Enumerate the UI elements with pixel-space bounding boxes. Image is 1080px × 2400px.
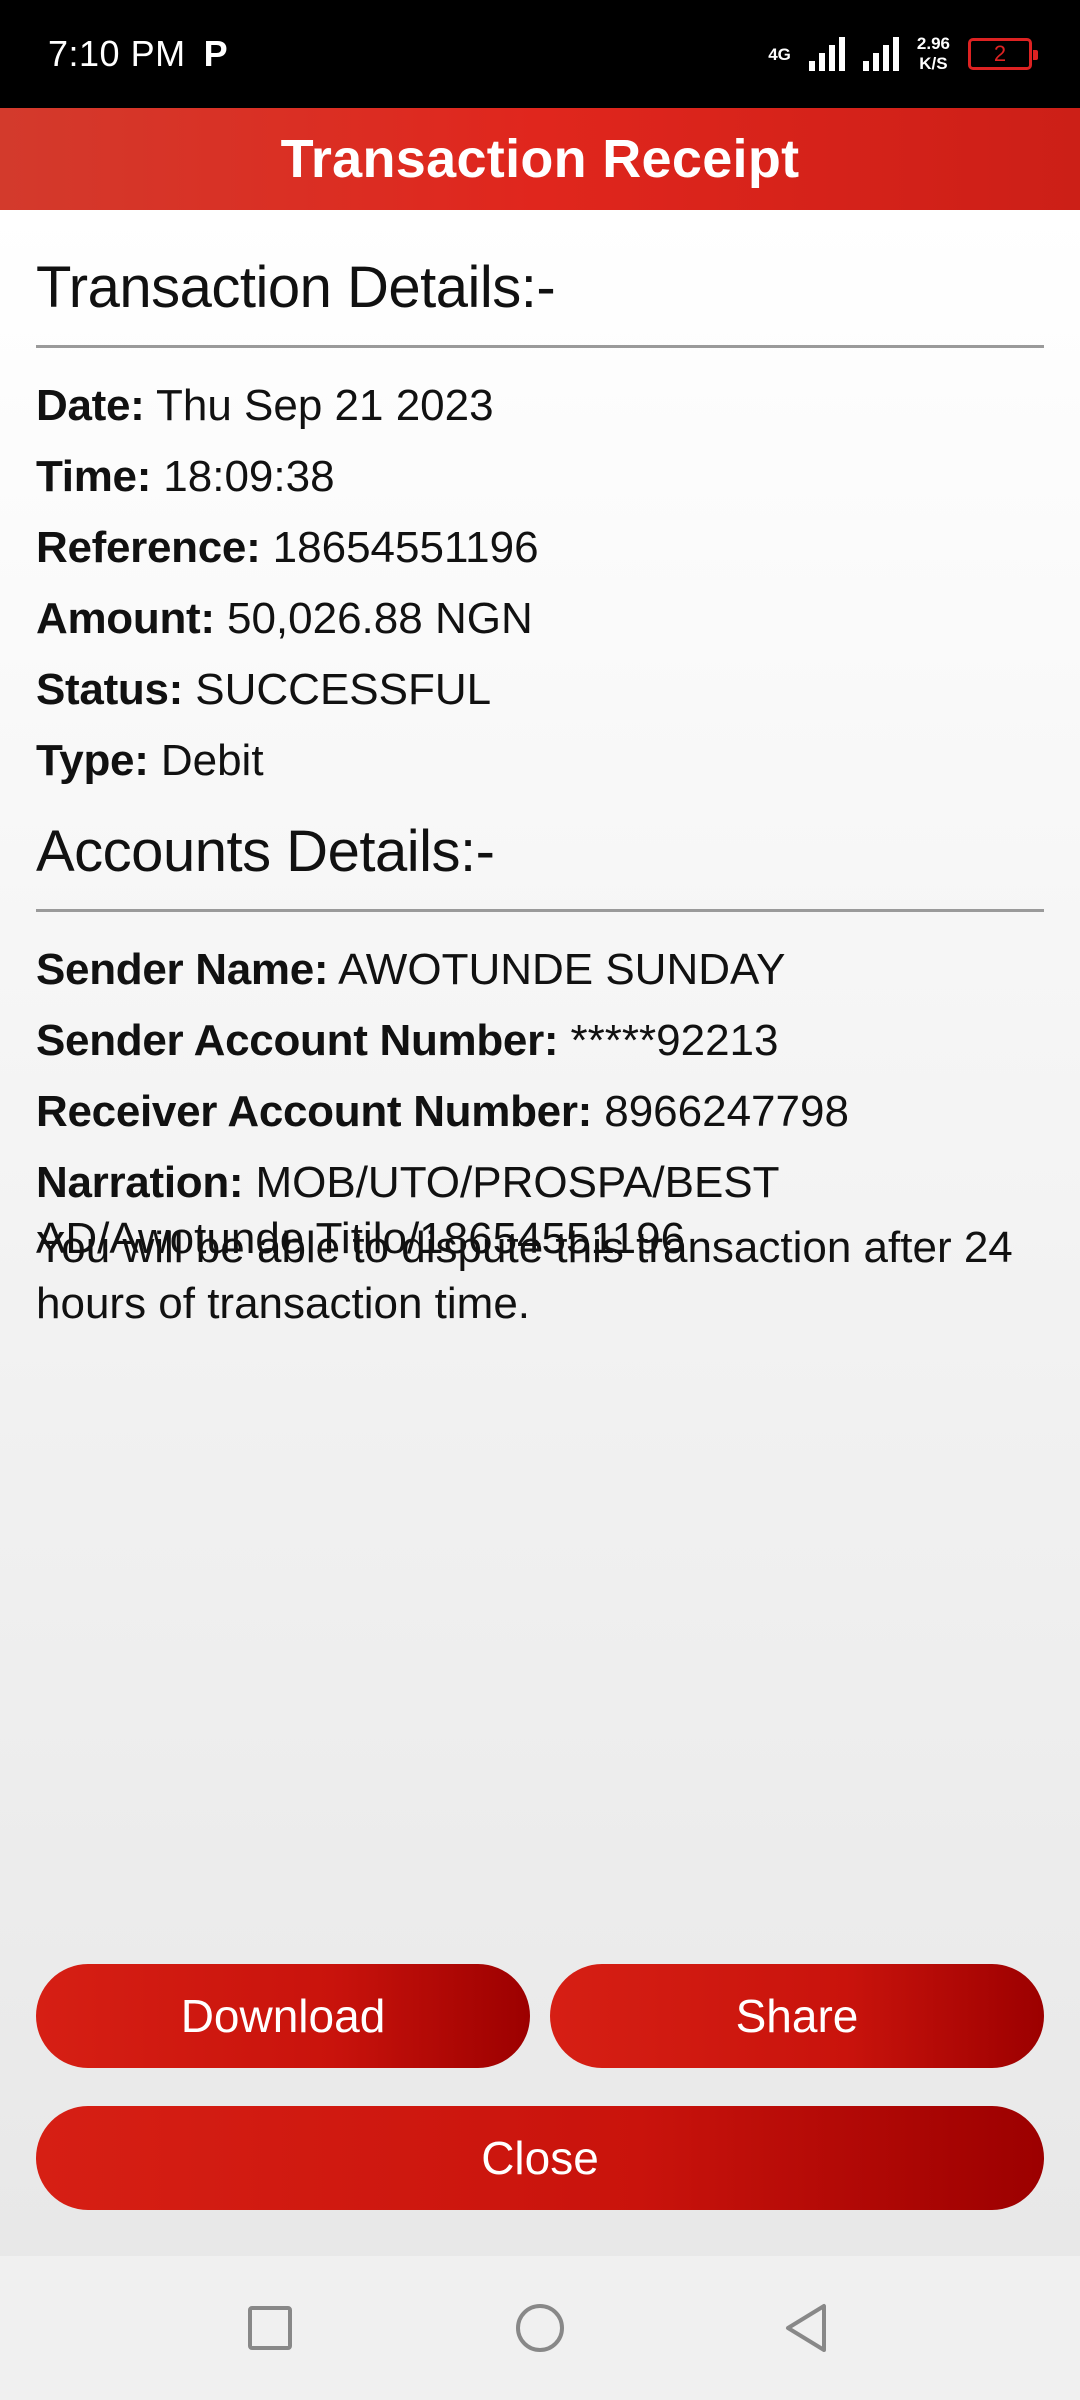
battery-icon: 2 <box>968 38 1038 70</box>
status-bar: 7:10 PM P 4G 2.96 K/S 2 <box>0 0 1080 108</box>
sender-name-label: Sender Name: <box>36 945 329 994</box>
status-left: 7:10 PM P <box>48 33 228 75</box>
receipt-header: Transaction Receipt <box>0 108 1080 210</box>
accounts-details-title: Accounts Details:- <box>36 818 1044 912</box>
type-row: Type: Debit <box>36 725 1044 796</box>
status-value: SUCCESSFUL <box>195 665 492 714</box>
status-right: 4G 2.96 K/S 2 <box>768 34 1038 73</box>
back-button[interactable] <box>746 2256 866 2400</box>
p-app-icon: P <box>203 33 228 74</box>
time-value: 18:09:38 <box>163 452 335 501</box>
time-row: Time: 18:09:38 <box>36 441 1044 512</box>
narration-label: Narration: <box>36 1158 244 1207</box>
date-row: Date: Thu Sep 21 2023 <box>36 370 1044 441</box>
home-button[interactable] <box>480 2256 600 2400</box>
amount-value: 50,026.88 NGN <box>226 594 533 643</box>
sender-account-value: *****92213 <box>570 1016 779 1065</box>
transaction-details-title: Transaction Details:- <box>36 254 1044 348</box>
status-row: Status: SUCCESSFUL <box>36 654 1044 725</box>
dispute-note: You will be able to dispute this transac… <box>36 1223 1013 1328</box>
amount-row: Amount: 50,026.88 NGN <box>36 583 1044 654</box>
sender-account-row: Sender Account Number: *****92213 <box>36 1005 1044 1076</box>
time-label: Time: <box>36 452 152 501</box>
system-nav-bar <box>0 2256 1080 2400</box>
status-label: Status: <box>36 665 184 714</box>
sender-name-value: AWOTUNDE SUNDAY <box>338 945 786 994</box>
transaction-details-list: Date: Thu Sep 21 2023 Time: 18:09:38 Ref… <box>36 370 1044 796</box>
signal-2-icon <box>862 37 899 71</box>
sender-name-row: Sender Name: AWOTUNDE SUNDAY <box>36 934 1044 1005</box>
amount-label: Amount: <box>36 594 215 643</box>
network-speed: 2.96 K/S <box>917 34 950 73</box>
network-speed-value: 2.96 <box>916 34 950 54</box>
date-label: Date: <box>36 381 145 430</box>
close-button[interactable]: Close <box>36 2106 1044 2210</box>
network-type-label: 4G <box>768 44 791 64</box>
type-value: Debit <box>160 736 264 785</box>
share-button[interactable]: Share <box>550 1964 1044 2068</box>
status-time: 7:10 PM <box>48 33 186 74</box>
page-title: Transaction Receipt <box>280 129 800 189</box>
reference-value: 18654551196 <box>272 523 539 572</box>
square-icon <box>248 2306 292 2350</box>
recents-button[interactable] <box>210 2256 330 2400</box>
network-speed-unit: K/S <box>919 54 948 73</box>
receiver-account-value: 8966247798 <box>604 1087 849 1136</box>
accounts-details-list: Sender Name: AWOTUNDE SUNDAY Sender Acco… <box>36 934 1044 1267</box>
type-label: Type: <box>36 736 149 785</box>
battery-level: 2 <box>993 41 1007 66</box>
receiver-account-label: Receiver Account Number: <box>36 1087 592 1136</box>
receiver-account-row: Receiver Account Number: 8966247798 <box>36 1076 1044 1147</box>
reference-row: Reference: 18654551196 <box>36 512 1044 583</box>
reference-label: Reference: <box>36 523 261 572</box>
date-value: Thu Sep 21 2023 <box>155 381 494 430</box>
signal-1-icon <box>808 37 845 71</box>
sender-account-label: Sender Account Number: <box>36 1016 559 1065</box>
download-button[interactable]: Download <box>36 1964 530 2068</box>
circle-icon <box>516 2304 564 2352</box>
triangle-back-icon <box>786 2304 826 2352</box>
